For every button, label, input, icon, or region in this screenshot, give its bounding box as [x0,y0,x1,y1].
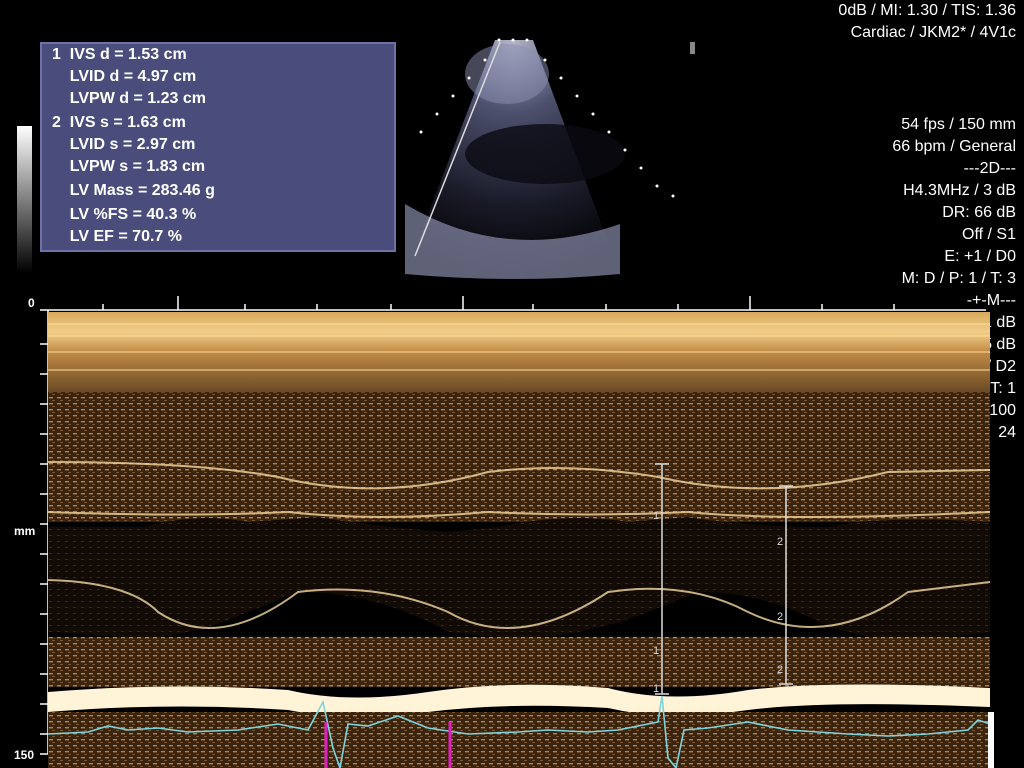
measurement-lv-fs: LV %FS = 40.3 % [52,206,197,223]
depth-label-bottom: 150 [14,748,35,762]
sector-image-2d [405,38,695,279]
status-preset-line: Cardiac / JKM2* / 4V1c [850,24,1016,41]
measurement-ivs-s: 2 IVS s = 1.63 cm [52,114,186,131]
measurement-lvpw-s: LVPW s = 1.83 cm [52,158,206,175]
param-dr-2d: DR: 66 dB [942,204,1016,221]
param-e-2d: E: +1 / D0 [944,248,1016,265]
orientation-marker-icon [690,42,695,54]
measurement-lvpw-d: LVPW d = 1.23 cm [52,90,206,107]
measurement-panel: 1 IVS d = 1.53 cm LVID d = 4.97 cm LVPW … [40,42,396,252]
caliper-2-label-a: 2 [777,536,784,548]
grayscale-bar [17,126,32,273]
status-top: 0dB / MI: 1.30 / TIS: 1.36 Cardiac / JKM… [838,0,1016,44]
ecg-trace [48,695,990,768]
measurement-lvid-s: LVID s = 2.97 cm [52,136,196,153]
measurement-lv-mass: LV Mass = 283.46 g [52,182,215,199]
param-freq: H4.3MHz / 3 dB [903,182,1016,199]
param-fps: 54 fps / 150 mm [901,116,1016,133]
depth-label-top: 0 [28,296,35,310]
param-off-s1: Off / S1 [962,226,1016,243]
caliper-1-label-a: 1 [653,510,660,522]
param-m-p-t: M: D / P: 1 / T: 3 [901,270,1016,287]
param-2d-header: ---2D--- [963,160,1016,177]
depth-unit-label: mm [14,524,36,538]
scroll-position-marker [988,712,994,768]
measurement-lvid-d: LVID d = 4.97 cm [52,68,197,85]
measurement-lv-ef: LV EF = 70.7 % [52,228,182,245]
caliper-2-label-c: 2 [777,664,784,676]
measurement-ivs-d: 1 IVS d = 1.53 cm [52,46,187,63]
caliper-1-label-b: 1 [653,645,660,657]
status-power-line: 0dB / MI: 1.30 / TIS: 1.36 [838,2,1016,19]
param-bpm: 66 bpm / General [892,138,1016,155]
caliper-2-label-b: 2 [777,611,784,623]
